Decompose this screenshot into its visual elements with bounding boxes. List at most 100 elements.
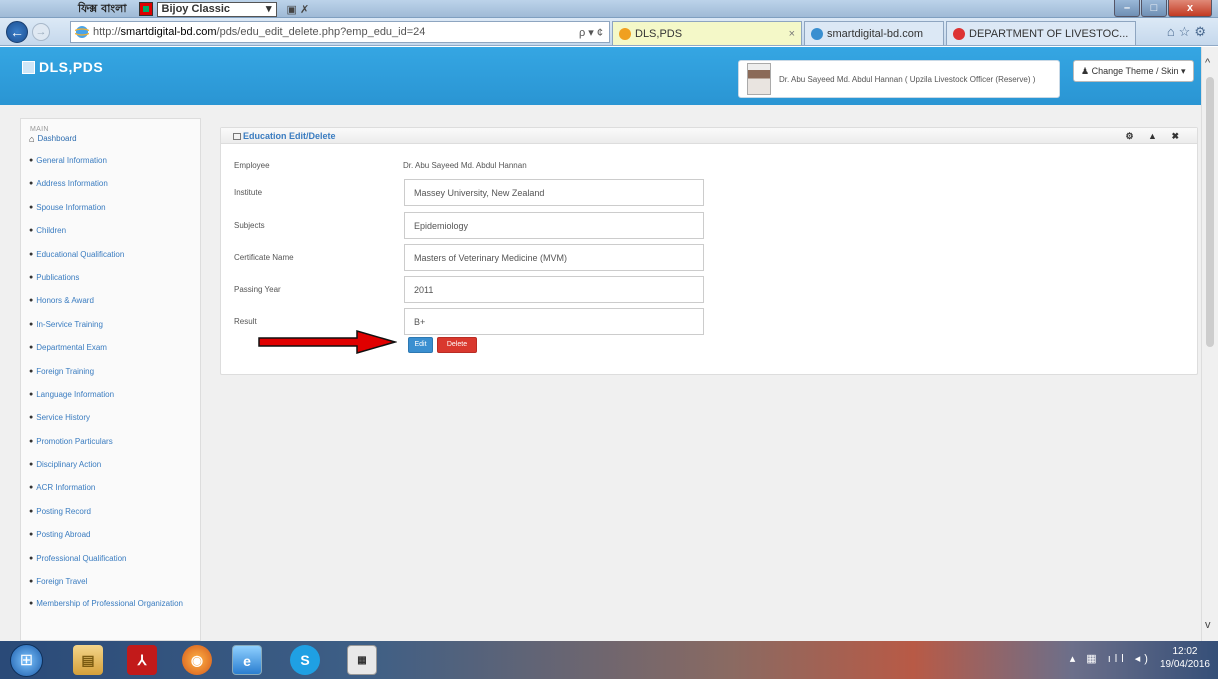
flag-icon bbox=[138, 2, 153, 16]
sidebar-item-foreign-travel[interactable]: ● Foreign Travel bbox=[21, 573, 200, 596]
panel-tools-icons[interactable]: ⚙ ▲ ✖ bbox=[1125, 131, 1185, 142]
tray-icons[interactable]: ▴ ▦ ıll ◂) bbox=[1070, 652, 1152, 665]
url-prefix: http:// bbox=[93, 26, 121, 38]
sidebar-item-label: Dashboard bbox=[37, 134, 77, 143]
globe-icon: ● bbox=[29, 203, 34, 211]
sidebar-item-disciplinary-action[interactable]: ● Disciplinary Action bbox=[21, 456, 200, 479]
sidebar-item-foreign-training[interactable]: ● Foreign Training bbox=[21, 363, 200, 386]
scroll-up-icon[interactable]: ^ bbox=[1205, 57, 1210, 69]
delete-button[interactable]: Delete bbox=[437, 337, 477, 353]
skype-taskbar-icon[interactable]: S bbox=[290, 645, 320, 675]
minimize-button[interactable]: – bbox=[1114, 0, 1140, 17]
main-content: MAIN ⌂ Dashboard ● General Information ● Addr… bbox=[0, 105, 1201, 641]
page-scrollbar[interactable]: ^ v bbox=[1201, 47, 1218, 641]
sidebar-item-spouse-information[interactable]: ● Spouse Information bbox=[21, 199, 200, 222]
subjects-input[interactable] bbox=[404, 212, 704, 239]
system-tray: ▴ ▦ ıll ◂) 12:02 19/04/2016 bbox=[1070, 645, 1210, 671]
clock-date: 19/04/2016 bbox=[1159, 659, 1210, 670]
scrollbar-thumb[interactable] bbox=[1206, 77, 1214, 347]
sidebar-item-membership-of-professional-organization[interactable]: ● Membership of Professional Organization bbox=[21, 596, 200, 626]
clock-time: 12:02 bbox=[1172, 646, 1198, 657]
ie-page-icon bbox=[75, 26, 89, 38]
sidebar-item-children[interactable]: ● Children bbox=[21, 222, 200, 245]
panel-title: Education Edit/Delete bbox=[233, 131, 336, 141]
globe-icon: ● bbox=[29, 437, 34, 445]
sidebar-item-general-information[interactable]: ● General Information bbox=[21, 152, 200, 175]
globe-icon: ● bbox=[29, 507, 34, 515]
globe-icon: ● bbox=[29, 461, 34, 469]
arrow-right-icon: → bbox=[35, 26, 47, 38]
tab-favicon bbox=[953, 27, 965, 40]
ime-toolbar: ফিক্স বাংলা Bijoy Classic ▾ ▣ ✗ – □ x bbox=[0, 0, 1218, 18]
employee-value: Dr. Abu Sayeed Md. Abdul Hannan bbox=[403, 161, 527, 170]
sidebar-item-educational-qualification[interactable]: ● Educational Qualification bbox=[21, 246, 200, 269]
keyboard-layout-label: Bijoy Classic bbox=[161, 2, 231, 15]
sidebar-item-label: Professional Qualification bbox=[36, 553, 127, 563]
forward-button[interactable]: → bbox=[32, 23, 50, 41]
site-header: DLS,PDS Dr. Abu Sayeed Md. Abdul Hannan … bbox=[0, 47, 1201, 105]
globe-icon: ● bbox=[29, 273, 34, 281]
sidebar-item-address-information[interactable]: ● Address Information bbox=[21, 175, 200, 198]
certificate-input[interactable] bbox=[404, 244, 704, 271]
home-favorites-settings-icons[interactable]: ⌂☆⚙ bbox=[1167, 24, 1210, 40]
file-explorer-taskbar-icon[interactable]: ▤ bbox=[73, 645, 103, 675]
start-button[interactable]: ⊞ bbox=[10, 644, 43, 677]
edit-button[interactable]: Edit bbox=[408, 337, 433, 353]
sidebar-item-label: Publications bbox=[36, 272, 80, 282]
institute-input[interactable] bbox=[404, 179, 704, 206]
internet-explorer-taskbar-icon[interactable]: e bbox=[232, 645, 262, 675]
tab-dls-pds[interactable]: DLS,PDS × bbox=[612, 21, 802, 45]
acrobat-taskbar-icon[interactable]: ⅄ bbox=[127, 645, 157, 675]
sidebar-item-label: General Information bbox=[36, 156, 107, 165]
passing-year-input[interactable] bbox=[404, 276, 704, 303]
sidebar-item-service-history[interactable]: ● Service History bbox=[21, 409, 200, 432]
sidebar-item-publications[interactable]: ● Publications bbox=[21, 269, 200, 292]
sidebar-item-departmental-exam[interactable]: ● Departmental Exam bbox=[21, 339, 200, 362]
result-input[interactable] bbox=[404, 308, 704, 335]
tab-department-livestock[interactable]: DEPARTMENT OF LIVESTOC... bbox=[946, 21, 1136, 45]
sidebar-item-acr-information[interactable]: ● ACR Information bbox=[21, 479, 200, 502]
sidebar-item-dashboard[interactable]: ⌂ Dashboard bbox=[21, 134, 200, 152]
globe-icon: ● bbox=[29, 554, 34, 562]
logo-text: DLS,PDS bbox=[39, 59, 104, 75]
ime-bengali-label[interactable]: ফিক্স বাংলা bbox=[78, 0, 127, 19]
user-profile-box[interactable]: Dr. Abu Sayeed Md. Abdul Hannan ( Upzila… bbox=[738, 60, 1060, 98]
address-url[interactable]: http://smartdigital-bd.com/pds/edu_edit_… bbox=[93, 26, 573, 38]
tab-smartdigital[interactable]: smartdigital-bd.com bbox=[804, 21, 944, 45]
sidebar-item-label: Educational Qualification bbox=[36, 249, 125, 259]
close-window-button[interactable]: x bbox=[1168, 0, 1212, 17]
globe-icon: ● bbox=[29, 600, 34, 608]
site-logo[interactable]: DLS,PDS bbox=[22, 59, 103, 75]
ime-tools-icon[interactable]: ▣ ✗ bbox=[287, 3, 310, 16]
sidebar-item-professional-qualification[interactable]: ● Professional Qualification bbox=[21, 550, 200, 573]
globe-icon: ● bbox=[29, 414, 34, 422]
search-refresh-icons[interactable]: ρ ▾ ¢ bbox=[573, 26, 609, 39]
arrow-left-icon: ← bbox=[10, 24, 24, 40]
passing-year-label: Passing Year bbox=[234, 285, 281, 294]
globe-icon: ● bbox=[29, 157, 34, 164]
sidebar-item-language-information[interactable]: ● Language Information bbox=[21, 386, 200, 409]
sidebar-item-in-service-training[interactable]: ● In-Service Training bbox=[21, 316, 200, 339]
close-tab-icon[interactable]: × bbox=[789, 28, 795, 40]
red-arrow-annotation bbox=[258, 330, 397, 354]
change-theme-button[interactable]: ♟ Change Theme / Skin ▾ bbox=[1073, 60, 1194, 82]
scroll-down-icon[interactable]: v bbox=[1205, 619, 1211, 631]
sidebar-item-posting-abroad[interactable]: ● Posting Abroad bbox=[21, 526, 200, 549]
avatar bbox=[747, 63, 771, 95]
globe-icon: ● bbox=[29, 531, 34, 539]
back-button[interactable]: ← bbox=[6, 21, 28, 43]
clock[interactable]: 12:02 19/04/2016 bbox=[1160, 645, 1210, 671]
sidebar-item-label: Promotion Particulars bbox=[36, 436, 113, 446]
sidebar-item-posting-record[interactable]: ● Posting Record bbox=[21, 503, 200, 526]
windows-logo-icon: ⊞ bbox=[19, 652, 34, 669]
tab-label: DLS,PDS bbox=[635, 27, 683, 40]
firefox-taskbar-icon[interactable]: ◉ bbox=[182, 645, 212, 675]
sidebar-item-honors-award[interactable]: ● Honors & Award bbox=[21, 292, 200, 315]
keyboard-layout-select[interactable]: Bijoy Classic ▾ bbox=[156, 1, 277, 17]
sidebar-item-promotion-particulars[interactable]: ● Promotion Particulars bbox=[21, 433, 200, 456]
calculator-taskbar-icon[interactable]: ▦ bbox=[347, 645, 377, 675]
maximize-button[interactable]: □ bbox=[1141, 0, 1167, 17]
address-bar[interactable]: http://smartdigital-bd.com/pds/edu_edit_… bbox=[70, 21, 610, 43]
globe-icon: ● bbox=[29, 297, 34, 305]
sidebar-item-label: In-Service Training bbox=[36, 319, 103, 329]
